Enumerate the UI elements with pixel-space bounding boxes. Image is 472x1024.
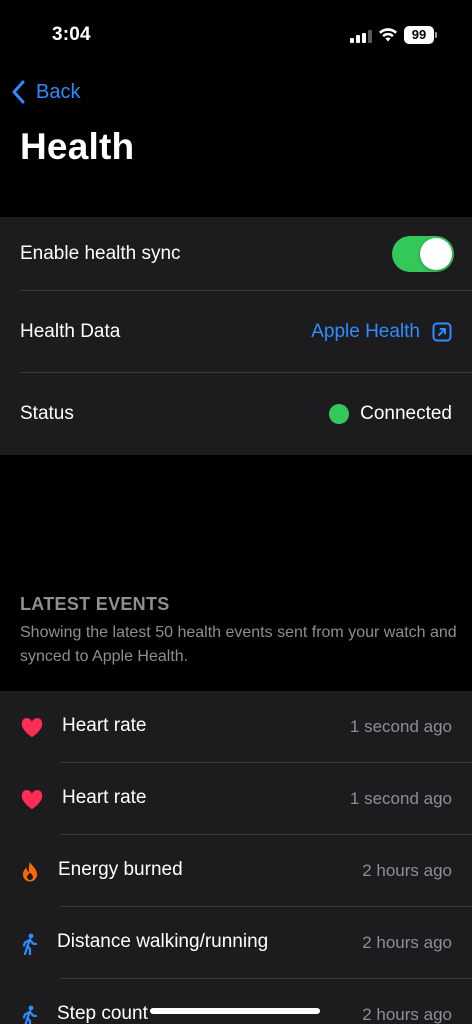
health-sync-toggle[interactable] (392, 236, 454, 272)
chevron-left-icon (12, 80, 25, 104)
heart-icon (21, 718, 43, 738)
event-label: Energy burned (58, 859, 183, 880)
health-data-row: Health Data Apple Health (0, 291, 472, 373)
event-label: Heart rate (62, 787, 147, 808)
status-text: Connected (360, 403, 452, 424)
battery-icon: 99 (404, 26, 434, 44)
section-title: LATEST EVENTS (20, 594, 170, 614)
sync-row: Enable health sync (0, 217, 472, 291)
list-item[interactable]: Distance walking/running 2 hours ago (0, 907, 472, 979)
list-item[interactable]: Step count 2 hours ago (0, 979, 472, 1024)
page-title: Health (20, 126, 135, 167)
list-item[interactable]: Energy burned 2 hours ago (0, 835, 472, 907)
list-item[interactable]: Heart rate 1 second ago (0, 763, 472, 835)
home-indicator[interactable] (150, 1008, 320, 1014)
apple-health-link-label: Apple Health (311, 321, 420, 342)
external-link-icon (432, 322, 452, 342)
event-time: 1 second ago (349, 789, 452, 808)
flame-icon (23, 862, 37, 882)
apple-health-link[interactable]: Apple Health (311, 321, 452, 343)
sync-label: Enable health sync (20, 243, 181, 264)
walking-icon (22, 1005, 38, 1024)
connected-status-dot (329, 404, 350, 424)
heart-icon (21, 790, 43, 810)
event-time: 2 hours ago (362, 1005, 452, 1024)
settings-card: Enable health sync Health Data Apple Hea… (0, 217, 472, 455)
status-row: Status Connected (0, 373, 472, 455)
toggle-knob (420, 238, 452, 270)
health-data-label: Health Data (20, 321, 121, 342)
event-label: Step count (57, 1003, 148, 1024)
back-button[interactable]: Back (10, 78, 80, 106)
battery-cap (435, 32, 437, 38)
status-time: 3:04 (52, 24, 91, 45)
health-settings-screen: 3:04 99 Back Health Enable health sync H… (0, 0, 472, 1024)
wifi-icon (379, 28, 397, 42)
event-time: 2 hours ago (362, 861, 452, 880)
status-value: Connected (329, 403, 452, 425)
walking-icon (22, 933, 38, 955)
events-list: Heart rate 1 second ago Heart rate 1 sec… (0, 691, 472, 1024)
status-label: Status (20, 403, 74, 424)
event-label: Distance walking/running (57, 931, 269, 952)
event-label: Heart rate (62, 715, 147, 736)
signal-icon (350, 30, 372, 43)
status-bar: 3:04 99 (0, 0, 472, 70)
list-item[interactable]: Heart rate 1 second ago (0, 691, 472, 763)
event-time: 2 hours ago (362, 933, 452, 952)
back-label: Back (36, 80, 81, 103)
event-time: 1 second ago (349, 717, 452, 736)
section-description: Showing the latest 50 health events sent… (20, 624, 457, 665)
